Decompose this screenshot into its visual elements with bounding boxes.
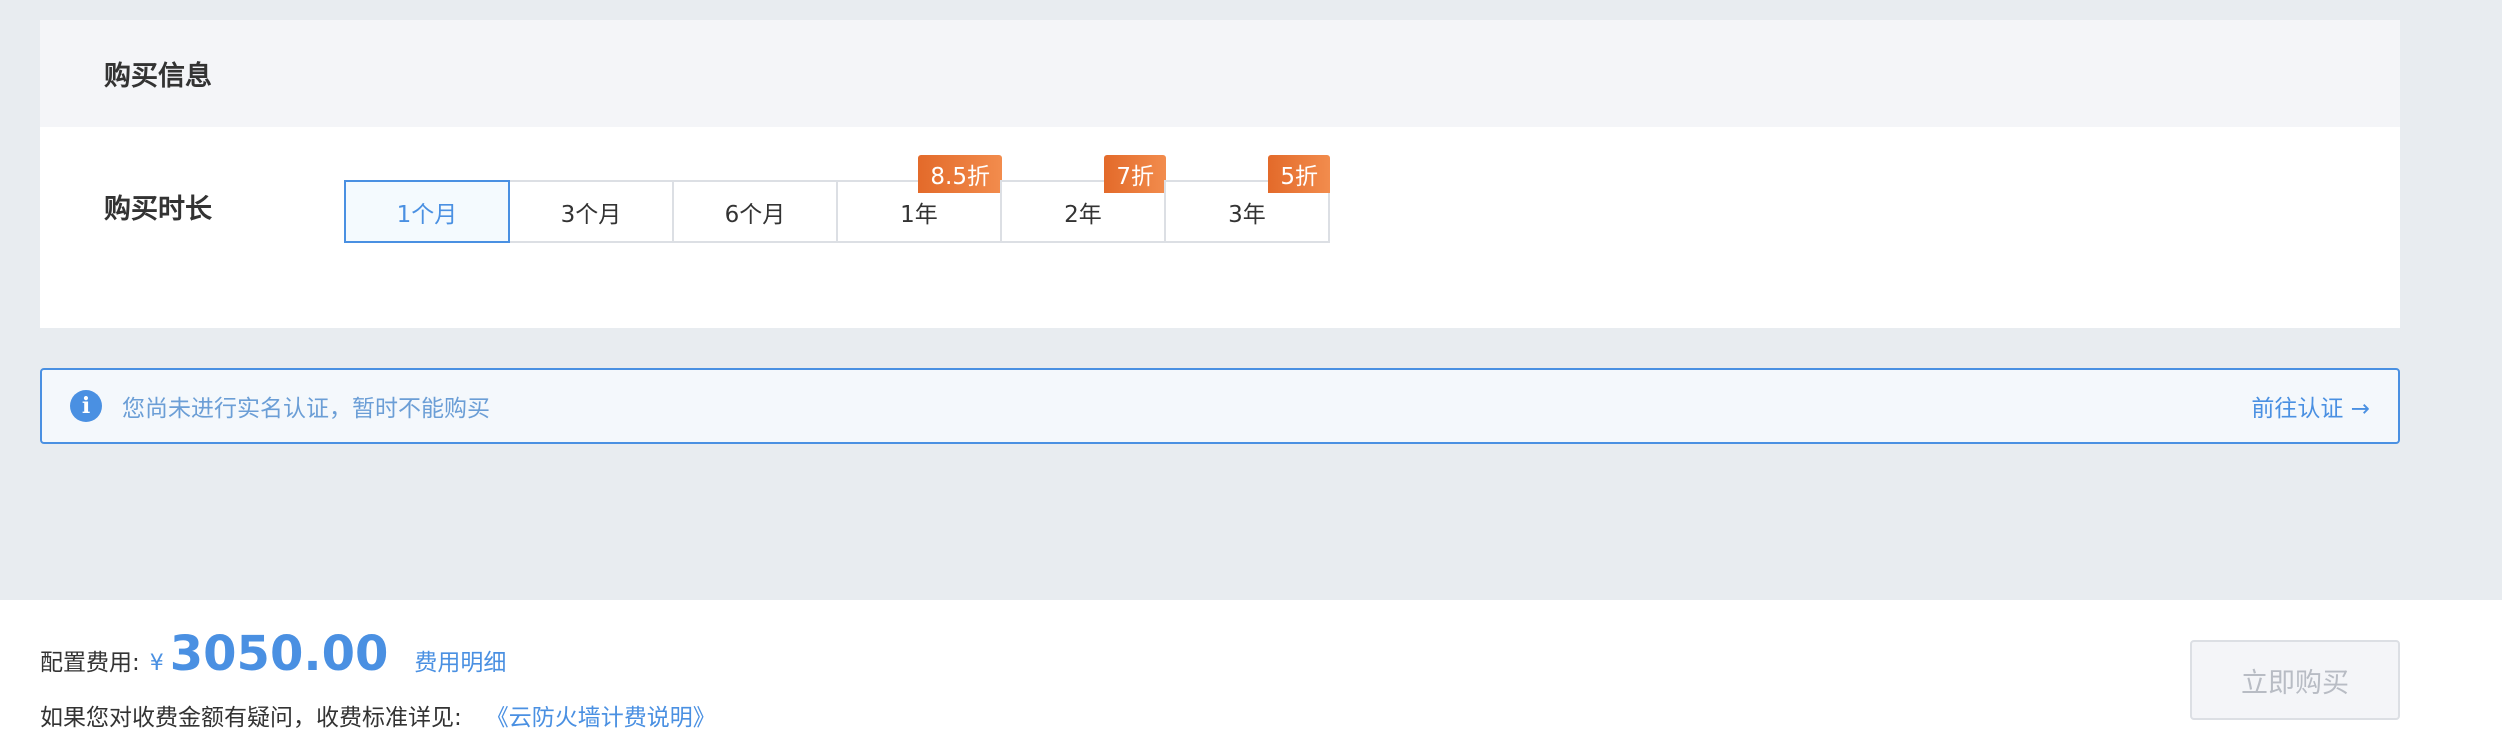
alert-text: 您尚未进行实名认证，暂时不能购买 [122, 396, 490, 422]
discount-badge: 5折 [1268, 155, 1330, 193]
info-icon: i [70, 390, 102, 422]
duration-option-label: 3年 [1228, 201, 1266, 228]
discount-badge: 8.5折 [918, 155, 1002, 193]
go-verify-link[interactable]: 前往认证 → [2251, 389, 2370, 423]
duration-option-2-years[interactable]: 7折 2年 [1000, 155, 1166, 243]
duration-option-6-months[interactable]: 6个月 [672, 180, 838, 243]
billing-note-text: 如果您对收费金额有疑问，收费标准详见: [40, 705, 462, 731]
duration-option-label: 6个月 [724, 201, 786, 228]
currency-symbol: ¥ [149, 651, 164, 676]
duration-option-1-year[interactable]: 8.5折 1年 [836, 155, 1002, 243]
duration-label: 购买时长 [104, 194, 212, 225]
duration-option-label: 3个月 [560, 201, 622, 228]
billing-note: 如果您对收费金额有疑问，收费标准详见: 《云防火墙计费说明》 [40, 698, 716, 732]
verification-alert: i 您尚未进行实名认证，暂时不能购买 前往认证 → [40, 368, 2400, 444]
duration-option-3-months[interactable]: 3个月 [508, 180, 674, 243]
card-header: 购买信息 [40, 20, 2400, 127]
duration-row: 购买时长 1个月 3个月 6个月 8.5折 1年 7折 2年 5折 3年 [40, 127, 2400, 328]
purchase-info-card: 购买信息 购买时长 1个月 3个月 6个月 8.5折 1年 7折 2年 5折 3… [40, 20, 2400, 328]
discount-badge: 7折 [1104, 155, 1166, 193]
billing-doc-link[interactable]: 《云防火墙计费说明》 [486, 705, 716, 731]
duration-options: 1个月 3个月 6个月 8.5折 1年 7折 2年 5折 3年 [344, 155, 1330, 243]
footer-bar: 配置费用: ¥ 3050.00 费用明细 如果您对收费金额有疑问，收费标准详见:… [0, 600, 2502, 754]
fee-line: 配置费用: ¥ 3050.00 费用明细 [40, 626, 506, 682]
buy-now-button[interactable]: 立即购买 [2190, 640, 2400, 720]
duration-option-label: 2年 [1064, 201, 1102, 228]
price-value: 3050.00 [169, 626, 389, 682]
fee-detail-link[interactable]: 费用明细 [414, 643, 506, 677]
fee-label: 配置费用: [40, 650, 140, 676]
duration-option-label: 1年 [900, 201, 938, 228]
duration-option-3-years[interactable]: 5折 3年 [1164, 155, 1330, 243]
duration-option-1-month[interactable]: 1个月 [344, 180, 510, 243]
card-title: 购买信息 [104, 61, 212, 92]
duration-option-label: 1个月 [396, 201, 458, 228]
